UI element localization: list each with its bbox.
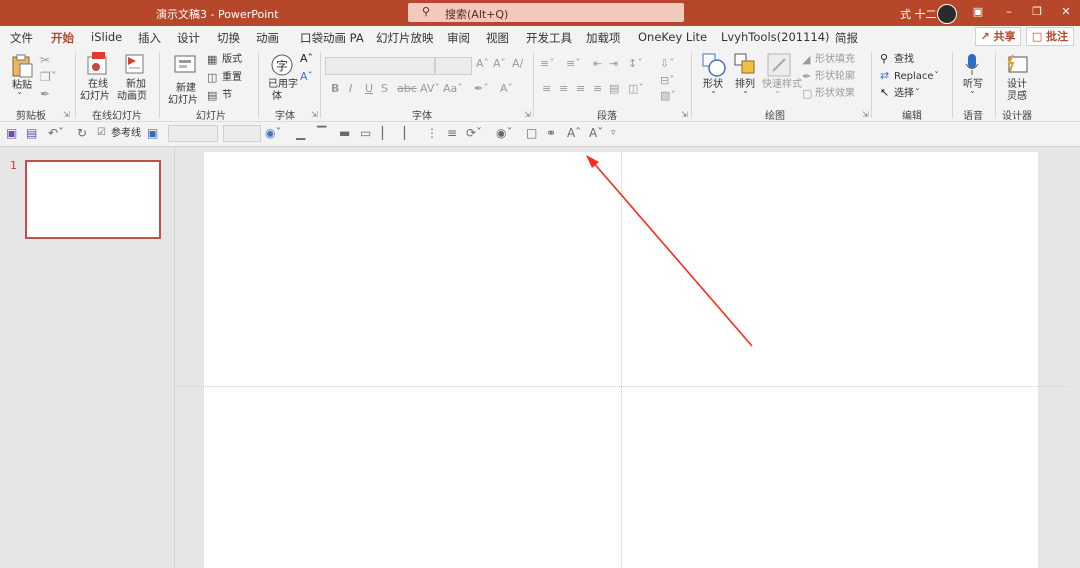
arrow-shaft bbox=[591, 160, 753, 347]
annotation-arrow bbox=[586, 155, 753, 347]
